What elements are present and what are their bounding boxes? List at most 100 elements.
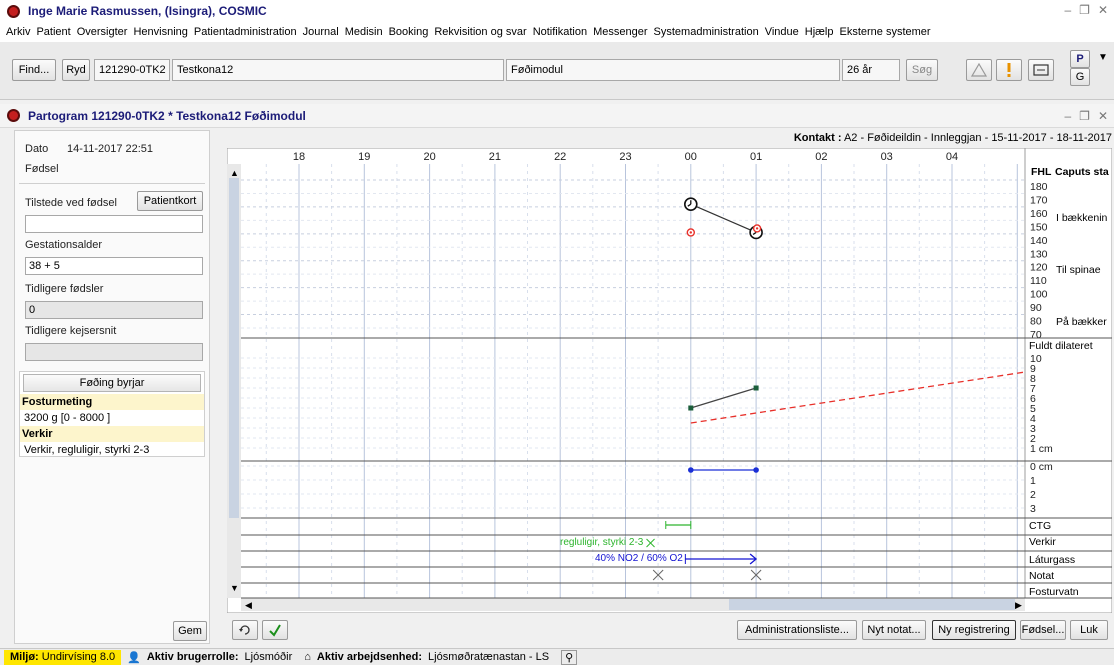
dilation-point: [688, 405, 694, 411]
station-tick-label: 1: [1030, 475, 1036, 487]
user-role-icon: 👤: [127, 651, 141, 664]
card-icon[interactable]: [1028, 59, 1054, 81]
station-tick-label: 3: [1030, 503, 1036, 515]
menu-eksterne-systemer[interactable]: Eksterne systemer: [839, 26, 930, 38]
module-field[interactable]: Føðimodul: [506, 59, 840, 81]
g-panel-button[interactable]: G: [1070, 68, 1090, 86]
sign-icon[interactable]: [262, 620, 288, 640]
verkir-row-text: regluligir, styrki 2-3: [560, 537, 644, 548]
laturgass-row-text: 40% NO2 / 60% O2: [595, 553, 683, 564]
gestation-input[interactable]: 38 + 5: [25, 257, 203, 275]
fodsel-label: Fødsel: [25, 163, 59, 175]
hour-tick-label: 19: [358, 151, 370, 163]
menu-hjaelp[interactable]: Hjælp: [805, 26, 834, 38]
menu-messenger[interactable]: Messenger: [593, 26, 647, 38]
row-label-ctg: CTG: [1029, 520, 1052, 532]
tilstede-input[interactable]: [25, 215, 203, 233]
hour-tick-label: 18: [293, 151, 305, 163]
menu-rekvisition[interactable]: Rekvisition og svar: [434, 26, 526, 38]
horizontal-scroll-thumb[interactable]: [729, 599, 1015, 610]
tidl-fodsler-input: 0: [25, 301, 203, 319]
patient-name-field[interactable]: Testkona12: [172, 59, 504, 81]
hour-tick-label: 22: [554, 151, 566, 163]
tilstede-label: Tilstede ved fødsel: [25, 197, 117, 209]
fhl-tick-label: 170: [1030, 194, 1048, 206]
rolle-label: Aktiv brugerrolle:: [146, 651, 239, 663]
scroll-right-icon[interactable]: ▶: [1015, 600, 1022, 610]
partogram-window-controls: – ❐ ✕: [1064, 109, 1108, 123]
ny-registrering-button[interactable]: Ny registrering: [932, 620, 1016, 640]
find-button[interactable]: Find...: [12, 59, 56, 81]
dilation-point: [753, 385, 759, 391]
menu-bar: Arkiv Patient Oversigter Henvisning Pati…: [0, 22, 1114, 42]
partogram-title: Partogram 121290-0TK2 * Testkona12 Føðim…: [28, 108, 306, 123]
minimize-icon[interactable]: –: [1064, 3, 1071, 17]
divider: [19, 183, 205, 184]
fhl-tick-label: 160: [1030, 208, 1048, 220]
menu-vindue[interactable]: Vindue: [765, 26, 799, 38]
scroll-left-icon[interactable]: ◀: [245, 600, 252, 610]
fhl-tick-label: 110: [1030, 275, 1047, 287]
warning-icon[interactable]: [966, 59, 992, 81]
hour-tick-label: 01: [750, 151, 762, 163]
patient-toolbar: Find... Ryd 121290-0TK2 Testkona12 Føðim…: [0, 42, 1114, 100]
partogram-minimize-icon[interactable]: –: [1064, 109, 1071, 123]
partogram-restore-icon[interactable]: ❐: [1079, 109, 1090, 123]
window-title: Inge Marie Rasmussen, (Isingra), COSMIC: [28, 4, 267, 18]
verkir-header: Verkir: [20, 426, 204, 442]
menu-henvisning[interactable]: Henvisning: [133, 26, 187, 38]
menu-notifikation[interactable]: Notifikation: [533, 26, 587, 38]
dilation-tick-label: 1 cm: [1030, 443, 1053, 455]
menu-patientadministration[interactable]: Patientadministration: [194, 26, 297, 38]
menu-oversigter[interactable]: Oversigter: [77, 26, 128, 38]
menu-journal[interactable]: Journal: [303, 26, 339, 38]
age-field: 26 år: [842, 59, 900, 81]
row-label-laturgass: Láturgass: [1029, 554, 1076, 566]
menu-systemadministration[interactable]: Systemadministration: [654, 26, 759, 38]
enhed-label: Aktiv arbejdsenhed:: [316, 651, 423, 663]
menu-booking[interactable]: Booking: [389, 26, 429, 38]
foding-byrjar-header[interactable]: Føðing byrjar: [23, 374, 201, 392]
fhl-tick-label: 90: [1030, 302, 1042, 314]
menu-medisin[interactable]: Medisin: [345, 26, 383, 38]
luk-button[interactable]: Luk: [1070, 620, 1108, 640]
hour-tick-label: 23: [619, 151, 631, 163]
caputs-label-1: I bækkenin: [1056, 212, 1108, 224]
restore-icon[interactable]: ❐: [1079, 3, 1090, 17]
partogram-chart: ▲ ▼ ◀ ▶ 18 19 20 21 22 23 00 01 02 03 04 180 170 160…: [226, 147, 1113, 614]
dropdown-arrow-icon[interactable]: ▼: [1098, 52, 1112, 66]
fodsel-button[interactable]: Fødsel...: [1020, 620, 1066, 640]
close-icon[interactable]: ✕: [1098, 3, 1108, 17]
environment-badge: Miljø: Undirvísing 8.0: [4, 649, 122, 665]
tidl-kejser-label: Tidligere kejsersnit: [25, 325, 117, 337]
scroll-down-icon[interactable]: ▼: [230, 583, 239, 593]
fhl-tick-label: 80: [1030, 316, 1042, 328]
p-panel-button[interactable]: P: [1070, 50, 1090, 68]
gem-button[interactable]: Gem: [173, 621, 207, 641]
patientkort-button[interactable]: Patientkort: [137, 191, 203, 211]
miljo-value: Undirvísing 8.0: [41, 651, 116, 663]
hour-tick-label: 21: [489, 151, 501, 163]
person-icon[interactable]: ⚲: [561, 649, 578, 665]
menu-patient[interactable]: Patient: [36, 26, 70, 38]
fhl-tick-label: 130: [1030, 248, 1048, 260]
labor-start-section: Føðing byrjar Fosturmeting 3200 g [0 - 8…: [19, 371, 205, 457]
vertical-scroll-thumb[interactable]: [229, 178, 239, 518]
partogram-close-icon[interactable]: ✕: [1098, 109, 1108, 123]
caput-marker-dot: [755, 227, 759, 230]
partogram-title-bar: Partogram 121290-0TK2 * Testkona12 Føðim…: [0, 104, 1114, 128]
gestation-label: Gestationsalder: [25, 239, 103, 251]
nyt-notat-button[interactable]: Nyt notat...: [862, 620, 926, 640]
fhl-tick-label: 180: [1030, 181, 1048, 193]
search-button[interactable]: Søg: [906, 59, 938, 81]
patient-id-field[interactable]: 121290-0TK2: [94, 59, 170, 81]
refresh-icon[interactable]: [232, 620, 258, 640]
ryd-button[interactable]: Ryd: [62, 59, 90, 81]
dato-value: 14-11-2017 22:51: [67, 143, 154, 155]
scroll-up-icon[interactable]: ▲: [230, 168, 239, 178]
fhl-header: FHL: [1031, 166, 1052, 178]
alert-exclamation-icon[interactable]: [996, 59, 1022, 81]
menu-arkiv[interactable]: Arkiv: [6, 26, 30, 38]
administrationsliste-button[interactable]: Administrationsliste...: [737, 620, 857, 640]
app-logo-icon: [7, 4, 20, 18]
